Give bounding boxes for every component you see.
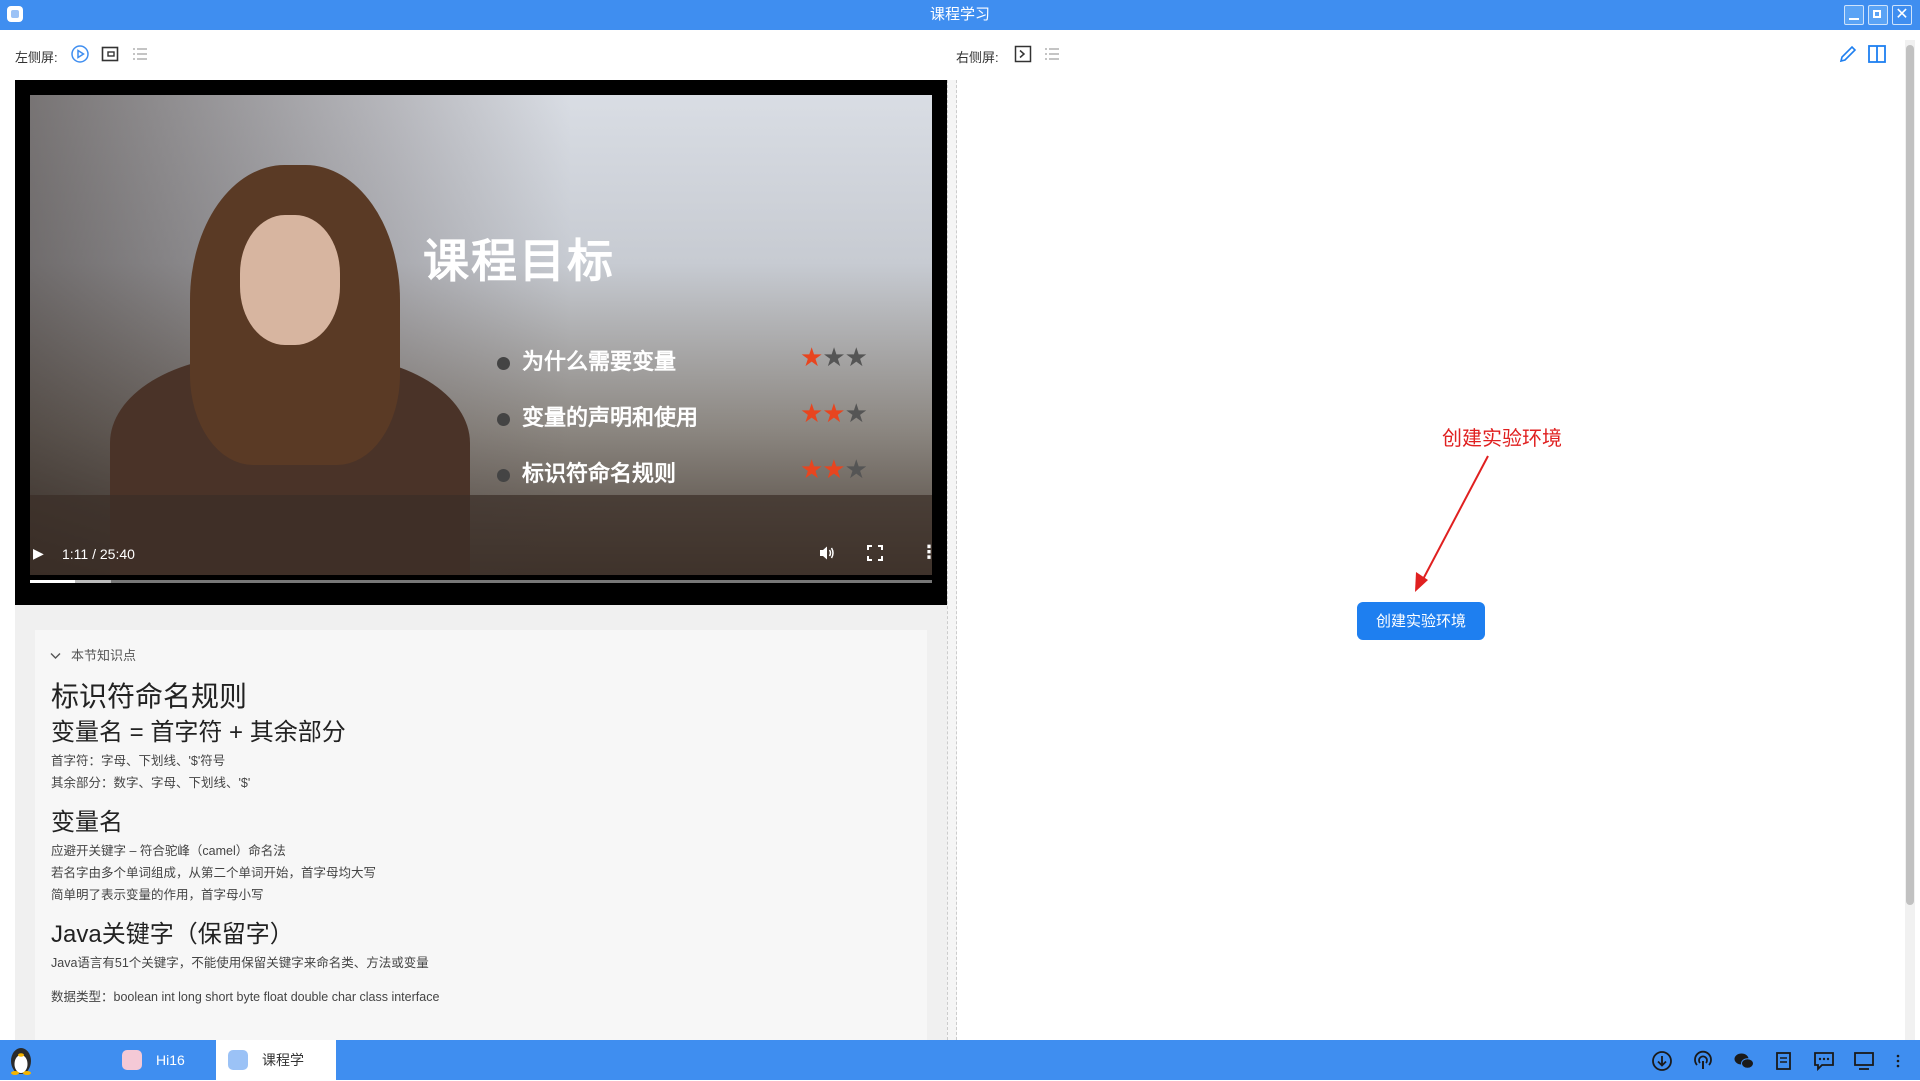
taskbar-item-course[interactable]: 课程学 <box>216 1040 336 1080</box>
goal-rating: ★★★ <box>800 454 868 484</box>
knowledge-subheading: 变量名 <box>51 809 123 836</box>
hi16-app-icon <box>122 1050 142 1070</box>
video-person-face <box>240 215 340 345</box>
annotation-arrow <box>1415 455 1489 592</box>
maximize-button[interactable] <box>1868 5 1888 25</box>
play-icon[interactable]: ▶ <box>33 545 44 562</box>
video-progress <box>30 580 76 583</box>
knowledge-text: 若名字由多个单词组成，从第二个单词开始，首字母均大写 <box>51 866 377 880</box>
knowledge-text: 其余部分：数字、字母、下划线、'$' <box>51 776 251 790</box>
broadcast-icon[interactable] <box>1692 1050 1714 1072</box>
close-button[interactable]: ✕ <box>1892 5 1912 25</box>
slide-title: 课程目标 <box>423 235 615 287</box>
knowledge-subheading: Java关键字（保留字） <box>51 921 294 948</box>
knowledge-text: 简单明了表示变量的作用，首字母小写 <box>51 888 264 902</box>
volume-icon[interactable] <box>818 544 836 565</box>
more-options-icon[interactable]: ⋮ <box>920 542 938 563</box>
pencil-icon[interactable] <box>1838 44 1858 64</box>
terminal-icon[interactable] <box>1014 45 1032 63</box>
knowledge-text: 数据类型：boolean int long short byte float d… <box>51 990 440 1004</box>
goal-item: 变量的声明和使用 <box>497 400 698 432</box>
knowledge-text: 应避开关键字 – 符合驼峰（camel）命名法 <box>51 844 286 858</box>
goal-item: 标识符命名规则 <box>497 456 676 488</box>
goal-rating: ★★★ <box>800 342 868 372</box>
chevron-down-icon <box>50 648 61 663</box>
toolbar: 左侧屏: 右侧屏: <box>0 30 1920 80</box>
scrollbar[interactable] <box>1905 40 1915 1040</box>
wechat-icon[interactable] <box>1733 1050 1755 1072</box>
window-title: 课程学习 <box>929 6 990 23</box>
left-screen-label: 左侧屏: <box>15 50 58 65</box>
fullscreen-icon[interactable] <box>867 545 883 564</box>
minimize-button[interactable] <box>1844 5 1864 25</box>
create-lab-button[interactable]: 创建实验环境 <box>1357 602 1485 640</box>
split-view-icon[interactable] <box>1867 44 1887 64</box>
monitor-icon[interactable] <box>1853 1050 1875 1072</box>
title-bar: 课程学习 ✕ <box>0 0 1920 30</box>
goal-rating: ★★★ <box>800 398 868 428</box>
taskbar: Hi16 课程学 <box>0 1040 1920 1080</box>
video-time: 1:11 / 25:40 <box>62 546 135 562</box>
notes-icon[interactable] <box>1773 1050 1795 1072</box>
video-table <box>30 495 932 575</box>
knowledge-text: 首字符：字母、下划线、'$'符号 <box>51 754 226 768</box>
video-player[interactable]: 课程目标 为什么需要变量 ★★★ 变量的声明和使用 ★★★ 标识符命名规则 ★★… <box>15 80 947 605</box>
scrollbar-thumb[interactable] <box>1906 45 1914 905</box>
panel-splitter[interactable] <box>947 80 957 1040</box>
goal-item: 为什么需要变量 <box>497 344 676 376</box>
document-icon[interactable] <box>101 45 119 63</box>
knowledge-header: 本节知识点 <box>71 648 137 663</box>
knowledge-subheading: 变量名 = 首字符 + 其余部分 <box>51 719 346 746</box>
play-circle-icon[interactable] <box>71 45 89 63</box>
more-tray-icon[interactable] <box>1892 1050 1904 1072</box>
video-frame <box>30 95 932 575</box>
right-screen-label: 右侧屏: <box>956 50 999 65</box>
list-icon[interactable] <box>1043 45 1061 63</box>
video-progress-bar[interactable] <box>30 580 932 583</box>
knowledge-card: 本节知识点 标识符命名规则 变量名 = 首字符 + 其余部分 首字符：字母、下划… <box>35 630 927 1040</box>
start-penguin-icon[interactable] <box>6 1044 36 1076</box>
course-app-icon <box>228 1050 248 1070</box>
knowledge-text: Java语言有51个关键字，不能使用保留关键字来命名类、方法或变量 <box>51 956 429 970</box>
taskbar-item-hi16[interactable]: Hi16 <box>110 1040 210 1080</box>
list-icon[interactable] <box>131 45 149 63</box>
chat-icon[interactable] <box>1813 1050 1835 1072</box>
knowledge-content: 标识符命名规则 变量名 = 首字符 + 其余部分 首字符：字母、下划线、'$'符… <box>51 678 911 1008</box>
annotation-text: 创建实验环境 <box>1442 428 1562 450</box>
knowledge-heading: 标识符命名规则 <box>51 681 248 712</box>
knowledge-toggle[interactable]: 本节知识点 <box>50 645 136 664</box>
download-icon[interactable] <box>1651 1050 1673 1072</box>
